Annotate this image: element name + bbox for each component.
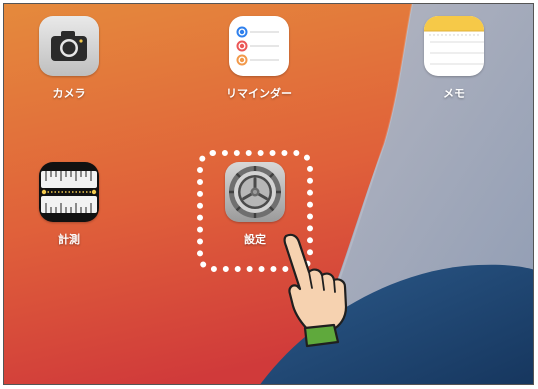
app-measure[interactable]: 計測: [24, 162, 114, 247]
measure-icon: [39, 162, 99, 222]
app-label: リマインダー: [226, 87, 292, 100]
app-reminders[interactable]: リマインダー: [214, 16, 304, 101]
app-camera[interactable]: カメラ: [24, 16, 114, 101]
reminders-icon: [229, 16, 289, 76]
pointing-hand-icon: [283, 233, 348, 348]
app-label: カメラ: [52, 87, 86, 100]
app-notes[interactable]: メモ: [409, 16, 499, 101]
app-label: 計測: [58, 233, 80, 246]
camera-icon: [39, 16, 99, 76]
app-label: メモ: [443, 87, 465, 100]
notes-icon: [424, 16, 484, 76]
home-screen: カメラ リマインダー メモ 計測 設定: [3, 3, 534, 385]
